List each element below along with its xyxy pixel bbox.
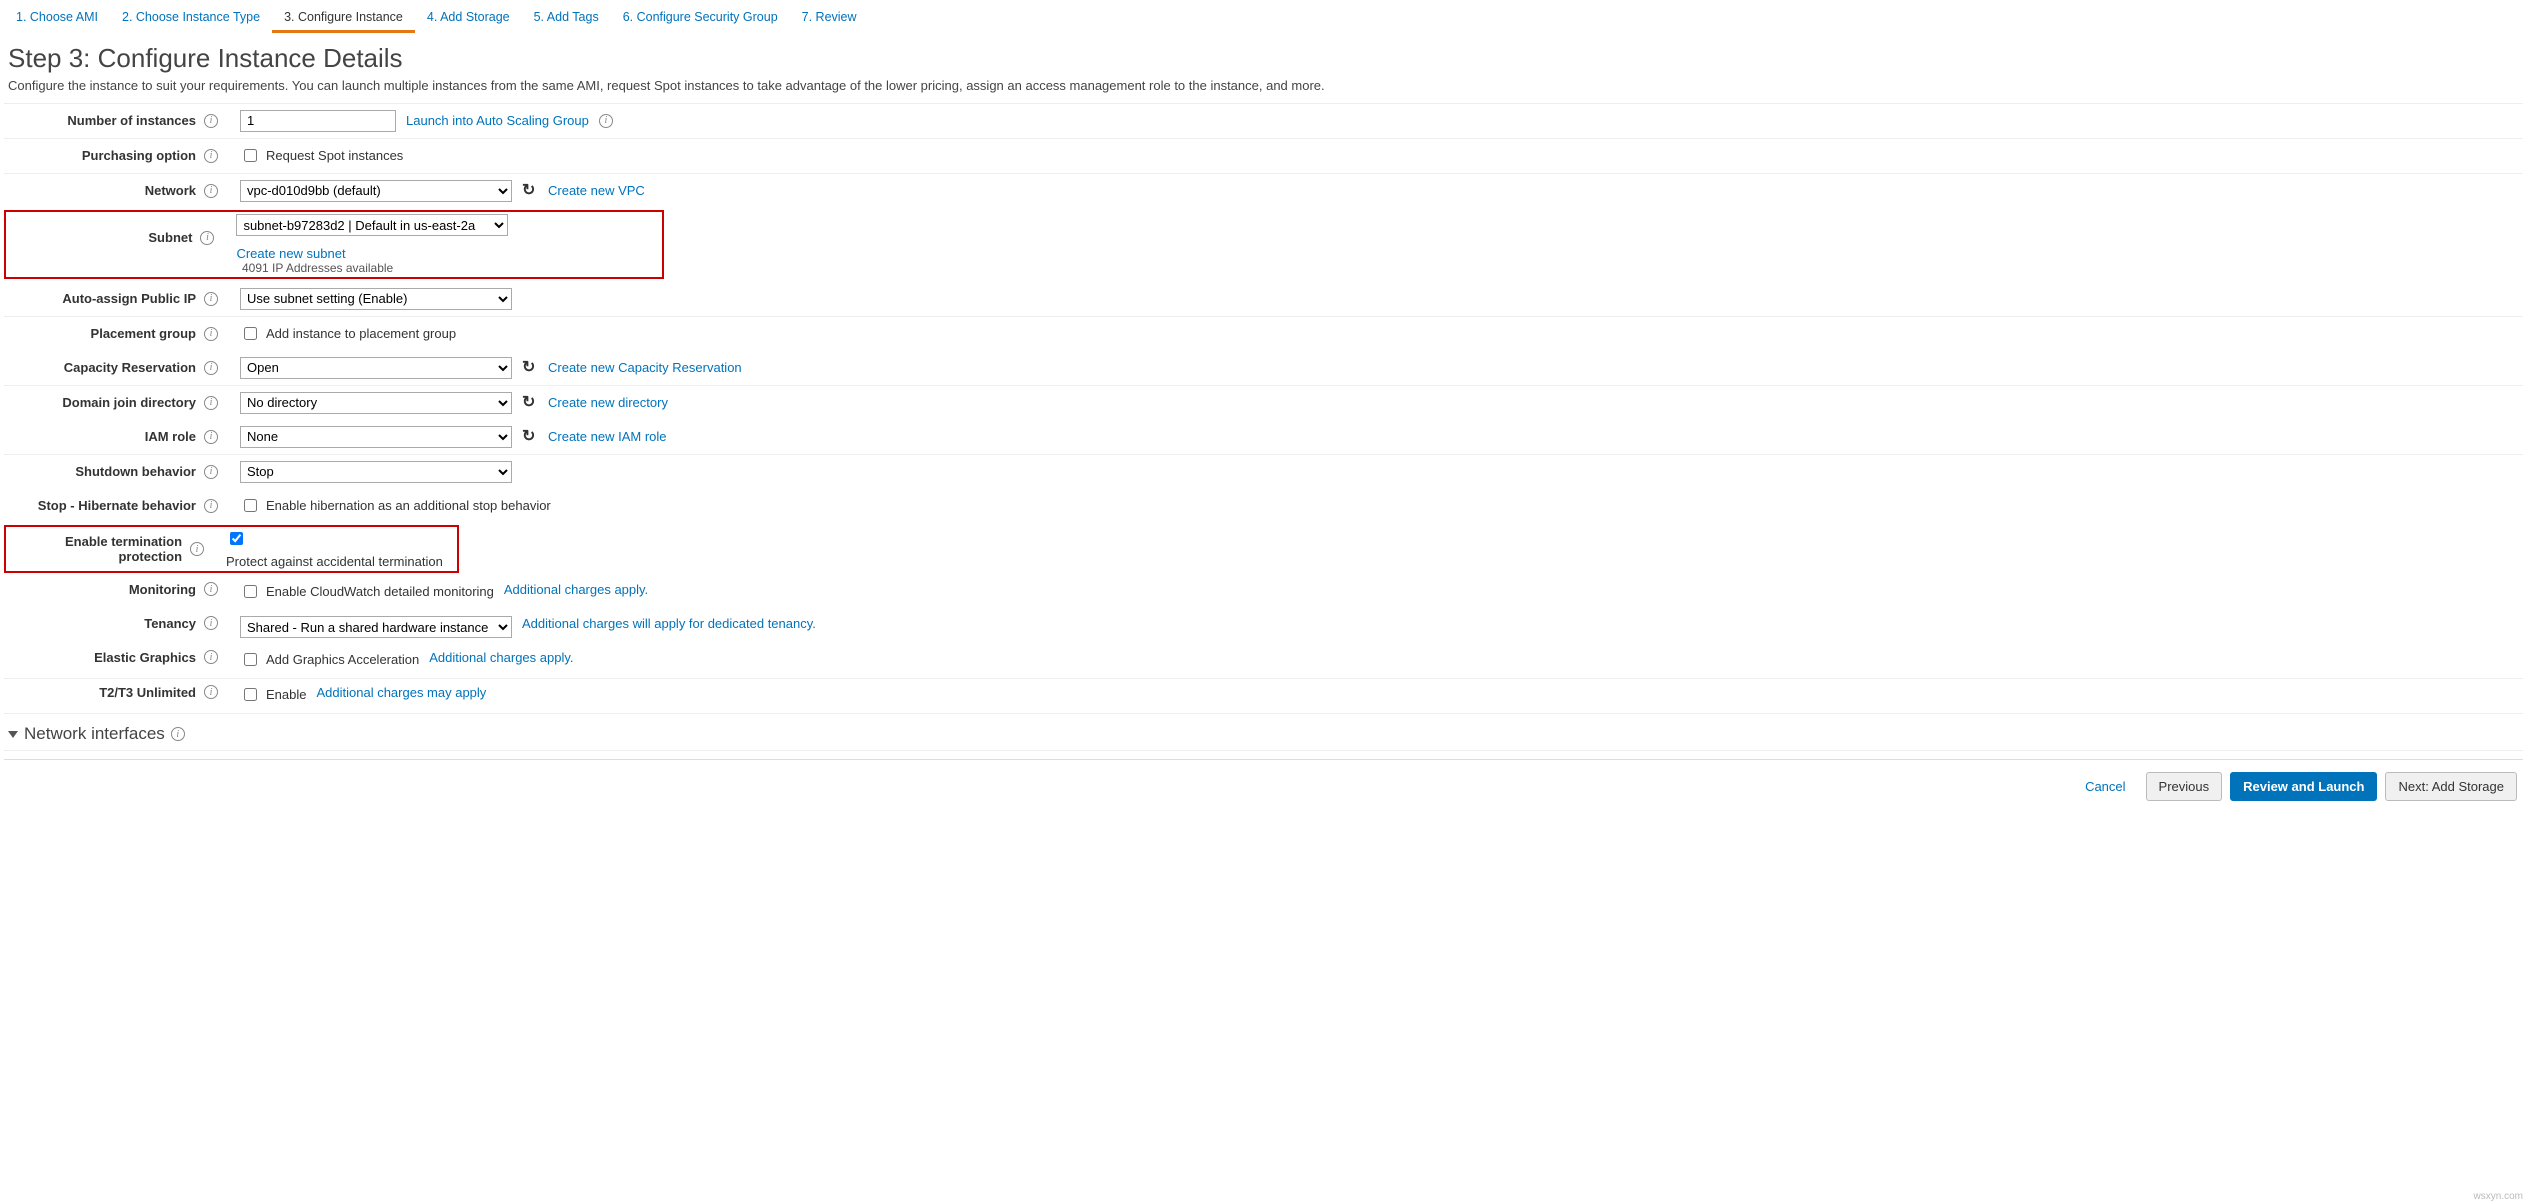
label-monitoring: Monitoring	[4, 582, 204, 597]
label-termination-protection: Enable termination protection	[10, 534, 190, 564]
label-network: Network	[4, 183, 204, 198]
link-monitoring-charges[interactable]: Additional charges apply.	[504, 582, 648, 597]
tab-configure-instance[interactable]: 3. Configure Instance	[272, 4, 415, 33]
info-icon[interactable]	[599, 114, 613, 128]
info-icon[interactable]	[204, 396, 218, 410]
label-subnet: Subnet	[10, 230, 200, 245]
tab-review[interactable]: 7. Review	[790, 4, 869, 33]
label-domain-join-directory: Domain join directory	[4, 395, 204, 410]
label-t2t3-unlimited: T2/T3 Unlimited	[4, 685, 204, 700]
label-elastic-graphics: Elastic Graphics	[4, 650, 204, 665]
configure-form: Number of instances Launch into Auto Sca…	[4, 103, 2523, 751]
info-icon[interactable]	[204, 430, 218, 444]
select-domain-directory[interactable]: No directory	[240, 392, 512, 414]
footer-bar: Cancel Previous Review and Launch Next: …	[4, 759, 2523, 807]
checkbox-label-monitoring: Enable CloudWatch detailed monitoring	[266, 584, 494, 599]
checkbox-label-placement-group: Add instance to placement group	[266, 326, 456, 341]
tab-add-tags[interactable]: 5. Add Tags	[522, 4, 611, 33]
info-icon[interactable]	[204, 361, 218, 375]
select-network[interactable]: vpc-d010d9bb (default)	[240, 180, 512, 202]
select-capacity-reservation[interactable]: Open	[240, 357, 512, 379]
watermark: wsxyn.com	[2474, 1191, 2523, 1202]
page-description: Configure the instance to suit your requ…	[8, 78, 2523, 93]
info-icon[interactable]	[204, 184, 218, 198]
checkbox-label-t2t3-unlimited: Enable	[266, 687, 306, 702]
info-icon[interactable]	[171, 727, 185, 741]
info-icon[interactable]	[204, 114, 218, 128]
link-tenancy-charges[interactable]: Additional charges will apply for dedica…	[522, 616, 816, 631]
link-create-directory[interactable]: Create new directory	[548, 395, 668, 410]
checkbox-request-spot[interactable]	[244, 149, 257, 162]
label-hibernate-behavior: Stop - Hibernate behavior	[4, 498, 204, 513]
input-number-of-instances[interactable]	[240, 110, 396, 132]
checkbox-label-termination-protection: Protect against accidental termination	[226, 554, 443, 569]
label-tenancy: Tenancy	[4, 616, 204, 631]
info-icon[interactable]	[204, 149, 218, 163]
info-icon[interactable]	[190, 542, 204, 556]
tab-configure-security-group[interactable]: 6. Configure Security Group	[611, 4, 790, 33]
refresh-icon[interactable]	[522, 395, 538, 411]
section-network-interfaces[interactable]: Network interfaces	[4, 714, 2523, 750]
link-create-vpc[interactable]: Create new VPC	[548, 183, 645, 198]
select-subnet[interactable]: subnet-b97283d2 | Default in us-east-2a	[236, 214, 508, 236]
caret-down-icon	[8, 731, 18, 738]
select-public-ip[interactable]: Use subnet setting (Enable)	[240, 288, 512, 310]
next-add-storage-button[interactable]: Next: Add Storage	[2385, 772, 2517, 801]
checkbox-placement-group[interactable]	[244, 327, 257, 340]
refresh-icon[interactable]	[522, 183, 538, 199]
label-number-of-instances: Number of instances	[4, 113, 204, 128]
tab-choose-ami[interactable]: 1. Choose AMI	[4, 4, 110, 33]
checkbox-hibernate[interactable]	[244, 499, 257, 512]
page-title: Step 3: Configure Instance Details	[8, 43, 2523, 74]
refresh-icon[interactable]	[522, 429, 538, 445]
link-auto-scaling-group[interactable]: Launch into Auto Scaling Group	[406, 113, 589, 128]
info-icon[interactable]	[204, 685, 218, 699]
refresh-icon[interactable]	[522, 360, 538, 376]
wizard-tabs: 1. Choose AMI 2. Choose Instance Type 3.…	[4, 0, 2523, 33]
label-public-ip: Auto-assign Public IP	[4, 291, 204, 306]
info-icon[interactable]	[204, 327, 218, 341]
tab-choose-instance-type[interactable]: 2. Choose Instance Type	[110, 4, 272, 33]
link-unlimited-charges[interactable]: Additional charges may apply	[316, 685, 486, 700]
info-icon[interactable]	[204, 582, 218, 596]
tab-add-storage[interactable]: 4. Add Storage	[415, 4, 522, 33]
link-create-capacity-reservation[interactable]: Create new Capacity Reservation	[548, 360, 742, 375]
label-placement-group: Placement group	[4, 326, 204, 341]
checkbox-termination-protection[interactable]	[230, 532, 243, 545]
checkbox-label-elastic-graphics: Add Graphics Acceleration	[266, 652, 419, 667]
select-shutdown-behavior[interactable]: Stop	[240, 461, 512, 483]
section-title-network-interfaces: Network interfaces	[24, 724, 165, 744]
previous-button[interactable]: Previous	[2146, 772, 2223, 801]
info-icon[interactable]	[204, 650, 218, 664]
checkbox-label-request-spot: Request Spot instances	[266, 148, 403, 163]
review-and-launch-button[interactable]: Review and Launch	[2230, 772, 2377, 801]
label-shutdown-behavior: Shutdown behavior	[4, 464, 204, 479]
cancel-button[interactable]: Cancel	[2073, 772, 2137, 801]
link-create-iam-role[interactable]: Create new IAM role	[548, 429, 667, 444]
label-purchasing-option: Purchasing option	[4, 148, 204, 163]
link-graphics-charges[interactable]: Additional charges apply.	[429, 650, 573, 665]
label-capacity-reservation: Capacity Reservation	[4, 360, 204, 375]
info-icon[interactable]	[204, 465, 218, 479]
info-icon[interactable]	[204, 616, 218, 630]
checkbox-label-hibernate: Enable hibernation as an additional stop…	[266, 498, 551, 513]
link-create-subnet[interactable]: Create new subnet	[236, 246, 345, 261]
checkbox-monitoring[interactable]	[244, 585, 257, 598]
subnet-ip-hint: 4091 IP Addresses available	[242, 261, 658, 275]
checkbox-elastic-graphics[interactable]	[244, 653, 257, 666]
select-iam-role[interactable]: None	[240, 426, 512, 448]
checkbox-t2t3-unlimited[interactable]	[244, 688, 257, 701]
info-icon[interactable]	[200, 231, 214, 245]
info-icon[interactable]	[204, 499, 218, 513]
select-tenancy[interactable]: Shared - Run a shared hardware instance	[240, 616, 512, 638]
label-iam-role: IAM role	[4, 429, 204, 444]
info-icon[interactable]	[204, 292, 218, 306]
